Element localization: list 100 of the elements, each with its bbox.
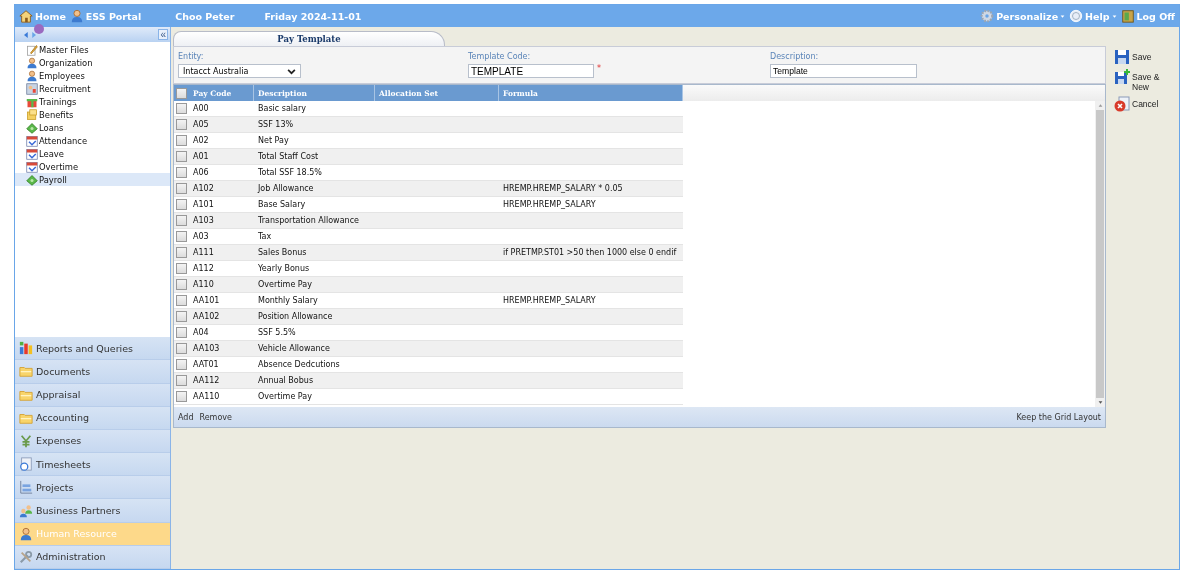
table-cell: AA110 <box>193 392 220 401</box>
checkbox[interactable] <box>176 183 187 194</box>
tree-item[interactable]: Recruitment <box>15 82 170 95</box>
folder-icon <box>19 364 33 379</box>
table-cell: AA101 <box>193 296 220 305</box>
table-cell: AA112 <box>193 376 220 385</box>
table-cell: A04 <box>193 328 209 337</box>
toolbar-button[interactable]: Cancel <box>1114 96 1162 112</box>
person-icon <box>69 9 84 23</box>
calendar-icon <box>26 160 38 173</box>
tab[interactable]: Pay Template <box>173 31 445 46</box>
tree-item[interactable]: Overtime <box>15 160 170 173</box>
board-icon <box>26 82 38 95</box>
table-cell: Yearly Bonus <box>258 264 310 273</box>
person-icon <box>19 526 33 541</box>
table-cell: A101 <box>193 200 214 209</box>
checkbox[interactable] <box>176 327 187 338</box>
table-cell: A111 <box>193 248 214 257</box>
checkbox[interactable] <box>176 295 187 306</box>
tree-item[interactable]: Master Files <box>15 43 170 56</box>
module-tab[interactable]: Projects <box>15 476 170 500</box>
chevron-down-icon <box>287 66 296 76</box>
table-cell: Overtime Pay <box>258 280 312 289</box>
checkbox[interactable] <box>176 135 187 146</box>
calendar-icon <box>26 147 38 160</box>
checkbox[interactable] <box>176 119 187 130</box>
module-tab[interactable]: Business Partners <box>15 499 170 523</box>
table-cell: Net Pay <box>258 136 289 145</box>
table-cell: A00 <box>193 104 209 113</box>
module-tab[interactable]: Administration <box>15 545 170 569</box>
table-cell: Annual Bobus <box>258 376 314 385</box>
tree-item[interactable]: Organization <box>15 56 170 69</box>
checkbox[interactable] <box>176 215 187 226</box>
caret-icon <box>1060 13 1066 19</box>
checkbox[interactable] <box>176 359 187 370</box>
vertical-scrollbar[interactable] <box>1095 101 1105 407</box>
checkbox[interactable] <box>176 167 187 178</box>
coins-icon <box>26 108 38 121</box>
checkbox[interactable] <box>176 103 187 114</box>
toolbar-button[interactable]: Save & New <box>1114 69 1162 92</box>
tree-item[interactable]: Employees <box>15 69 170 82</box>
house-icon <box>19 9 33 23</box>
module-tab[interactable]: Reports and Queries <box>15 337 170 361</box>
table-cell: Monthly Salary <box>258 296 318 305</box>
field-label: Description: <box>770 52 820 62</box>
module-tab[interactable]: Documents <box>15 360 170 384</box>
module-tab[interactable]: Appraisal <box>15 383 170 407</box>
checkbox[interactable] <box>176 391 187 402</box>
checkbox[interactable] <box>176 343 187 354</box>
yen-icon <box>19 433 33 448</box>
tree-item[interactable]: Payroll <box>15 173 170 186</box>
gantt-icon <box>19 480 33 495</box>
checkbox[interactable] <box>176 247 187 258</box>
tree-item[interactable]: Leave <box>15 147 170 160</box>
checkbox[interactable] <box>176 87 187 99</box>
table-cell: AA103 <box>193 344 220 353</box>
tools-icon <box>19 549 33 564</box>
table-cell: A02 <box>193 136 209 145</box>
table-cell: AA102 <box>193 312 220 321</box>
footer-link[interactable]: Remove <box>199 412 232 422</box>
module-tab[interactable]: Accounting <box>15 406 170 430</box>
exit-door-icon <box>1120 9 1135 23</box>
module-tab[interactable]: Timesheets <box>15 453 170 477</box>
person-icon <box>26 56 38 69</box>
table-cell: if PRETMP.ST01 >50 then 1000 else 0 endif <box>503 248 677 257</box>
tree-item[interactable]: Benefits <box>15 108 170 121</box>
tree-item[interactable]: Loans <box>15 121 170 134</box>
table-cell: SSF 13% <box>258 120 294 129</box>
table-cell: Position Allowance <box>258 312 333 321</box>
checkbox[interactable] <box>176 375 187 386</box>
table-cell: Total Staff Cost <box>258 152 319 161</box>
entity-dropdown[interactable]: Intacct Australia <box>178 64 301 78</box>
checkbox[interactable] <box>176 263 187 274</box>
table-cell: Total SSF 18.5% <box>258 168 322 177</box>
user-name: Choo Peter <box>175 10 235 22</box>
module-tab[interactable]: Expenses <box>15 429 170 454</box>
footer-link[interactable]: Add <box>178 412 194 422</box>
toolbar-button[interactable]: Save <box>1114 49 1162 65</box>
checkbox[interactable] <box>176 231 187 242</box>
tree-item[interactable]: Attendance <box>15 134 170 147</box>
tree-item[interactable]: Trainings <box>15 95 170 108</box>
collapse-button[interactable]: « <box>158 29 168 40</box>
footer-link[interactable]: Keep the Grid Layout <box>1016 412 1101 422</box>
table-cell: HREMP.HREMP_SALARY <box>503 200 596 209</box>
template-code-field[interactable]: TEMPLATE <box>468 64 594 78</box>
scroll-down-icon <box>1096 400 1104 405</box>
help-icon <box>1069 9 1084 23</box>
document-clock-icon <box>19 457 33 472</box>
checkbox[interactable] <box>176 279 187 290</box>
field-label: Template Code: <box>468 52 532 62</box>
table-cell: A03 <box>193 232 209 241</box>
table-cell: A05 <box>193 120 209 129</box>
checkbox[interactable] <box>176 151 187 162</box>
pin-icon <box>34 24 44 34</box>
table-cell: AAT01 <box>193 360 219 369</box>
field-label: Entity: <box>178 52 205 62</box>
description-field[interactable]: Template <box>770 64 917 78</box>
checkbox[interactable] <box>176 311 187 322</box>
checkbox[interactable] <box>176 199 187 210</box>
table-cell: Job Allowance <box>258 184 314 193</box>
